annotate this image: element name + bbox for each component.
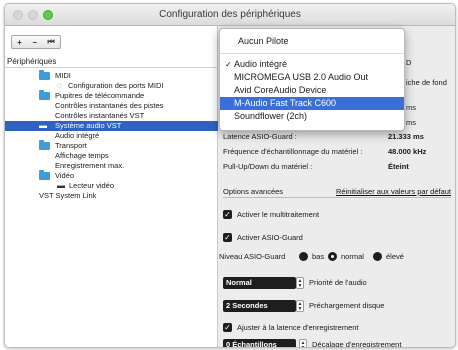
sample-rate-row: Fréquence d'échantillonnage du matériel … [223, 147, 427, 156]
tree-item-transport[interactable]: Transport [5, 140, 218, 151]
asio-guard-checkbox[interactable]: ✓ [223, 233, 232, 242]
reset-defaults-link[interactable]: Réinitialiser aux valeurs par défaut [336, 186, 451, 198]
tree-item-remote-devices[interactable]: Pupitres de télécommande [5, 90, 218, 101]
title-bar: Configuration des périphériques [5, 4, 455, 26]
divider [5, 67, 218, 68]
partial-text: ms [406, 103, 416, 112]
multiprocessing-checkbox[interactable]: ✓ [223, 210, 232, 219]
tree-item-max-recording[interactable]: Enregistrement max. [5, 161, 218, 171]
remove-icon[interactable]: − [32, 38, 37, 47]
stepper-icon[interactable]: ▲ ▼ [299, 339, 307, 347]
radio-high[interactable] [373, 252, 382, 261]
menu-item-avid-coreaudio[interactable]: Avid CoreAudio Device [220, 84, 404, 97]
tree-item-midi[interactable]: MIDI [5, 70, 218, 81]
radio-normal[interactable] [328, 252, 337, 261]
driver-dropdown-menu: Aucun Pilote ✓ Audio intégré MICROMEGA U… [219, 28, 405, 131]
menu-item-m-audio[interactable]: M-Audio Fast Track C600 [220, 97, 404, 110]
audio-priority-select[interactable]: Normal [223, 277, 296, 289]
tree-header: Périphériques [7, 57, 57, 66]
video-player-icon: ▬ [57, 181, 65, 190]
asio-guard-latency-row: Latence ASIO-Guard : 21.333 ms [223, 132, 424, 141]
device-tree-pane: + − ⏮ Périphériques MIDI ◌ Configuration… [5, 26, 218, 347]
folder-icon [39, 90, 50, 100]
menu-item-no-driver[interactable]: Aucun Pilote [220, 35, 404, 48]
disk-preload-select[interactable]: 2 Secondes [223, 300, 296, 312]
tree-item-track-quick-controls[interactable]: Contrôles instantanés des pistes [5, 101, 218, 111]
tree-item-video[interactable]: Vidéo [5, 170, 218, 181]
midi-port-icon: ◌ [57, 81, 62, 90]
tree-item-time-display[interactable]: Affichage temps [5, 151, 218, 161]
audio-device-icon: ▬ [39, 121, 47, 130]
asio-guard-level-label: Niveau ASIO-Guard [219, 252, 286, 261]
tree-item-vst-audio-system[interactable]: ▬ Système audio VST [5, 121, 218, 131]
device-setup-window: Configuration des périphériques + − ⏮ Pé… [4, 3, 456, 348]
pull-up-down-row: Pull-Up/Down du matériel : Éteint [223, 162, 409, 171]
advanced-options-bar: Options avancées Réinitialiser aux valeu… [223, 186, 451, 198]
reset-icon[interactable]: ⏮ [48, 37, 55, 47]
tree-item-vst-quick-controls[interactable]: Contrôles instantanés VST [5, 111, 218, 121]
partial-text: iche de fond [406, 78, 447, 87]
add-icon[interactable]: + [17, 38, 22, 47]
menu-item-soundflower[interactable]: Soundflower (2ch) [220, 110, 404, 123]
tree-toolbar: + − ⏮ [11, 35, 61, 49]
menu-item-micromega[interactable]: MICROMEGA USB 2.0 Audio Out [220, 71, 404, 84]
tree-item-video-player[interactable]: ▬ Lecteur vidéo [5, 181, 218, 191]
record-shift-field[interactable]: 0 Échantillons [223, 339, 296, 347]
advanced-options-label: Options avancées [223, 187, 284, 196]
adjust-latency-checkbox[interactable]: ✓ [223, 323, 232, 332]
radio-low[interactable] [299, 252, 308, 261]
folder-icon [39, 70, 50, 80]
menu-item-built-in-audio[interactable]: ✓ Audio intégré [220, 58, 404, 71]
menu-divider [220, 53, 404, 54]
checkmark-icon: ✓ [225, 60, 232, 69]
folder-icon [39, 140, 50, 150]
chevron-updown-icon[interactable]: ▲ ▼ [296, 277, 304, 289]
chevron-updown-icon[interactable]: ▲ ▼ [296, 300, 304, 312]
tree-item-built-in-audio[interactable]: Audio intégré [5, 131, 218, 141]
tree-item-vst-system-link[interactable]: VST System Link [5, 191, 218, 201]
tree-item-midi-ports[interactable]: ◌ Configuration des ports MIDI [5, 81, 218, 91]
partial-text: D [406, 58, 412, 67]
partial-text: ms [406, 118, 416, 127]
folder-icon [39, 170, 50, 180]
window-title: Configuration des périphériques [159, 9, 301, 20]
